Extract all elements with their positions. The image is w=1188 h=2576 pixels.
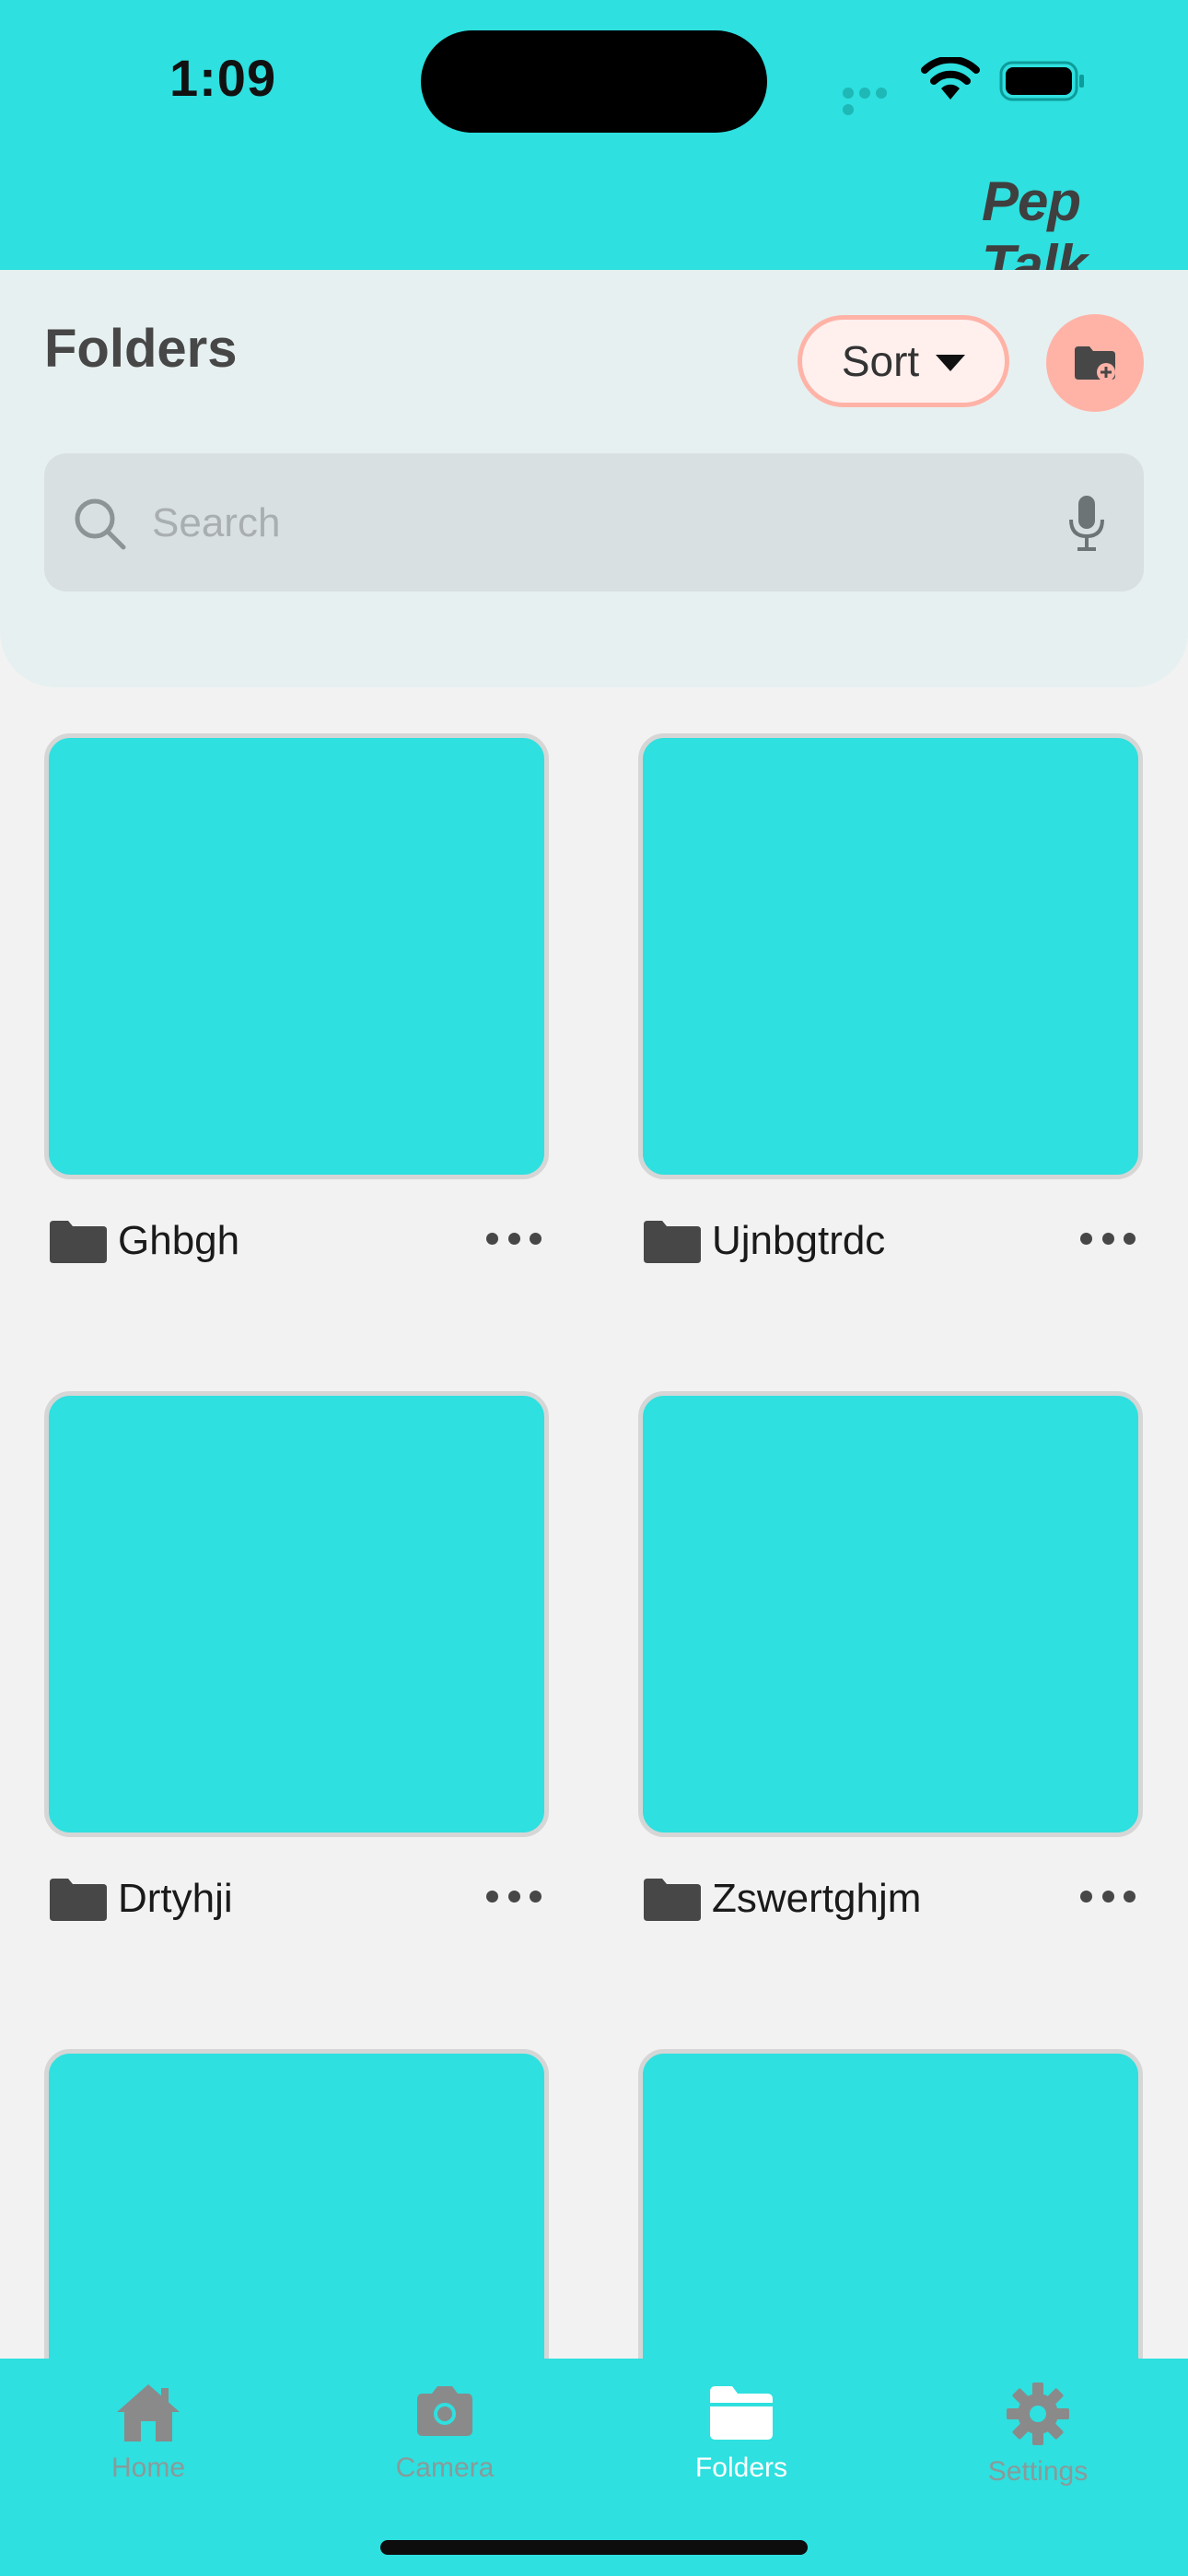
folder-icon <box>710 2386 773 2440</box>
tab-home[interactable]: Home <box>0 2359 297 2497</box>
tab-label: Settings <box>987 2456 1089 2487</box>
home-indicator[interactable] <box>380 2540 808 2555</box>
cellular-signal-icon <box>843 87 905 115</box>
folder-thumbnail[interactable] <box>638 1391 1143 1837</box>
folder-name: Zswertghjm <box>712 1876 922 1921</box>
more-options-icon[interactable] <box>486 1233 542 1247</box>
search-icon <box>75 498 126 550</box>
more-options-icon[interactable] <box>486 1891 542 1905</box>
more-options-icon[interactable] <box>1080 1233 1136 1247</box>
folder-plus-icon <box>1075 346 1115 381</box>
tab-settings[interactable]: Settings <box>890 2359 1186 2497</box>
folder-icon <box>644 1879 701 1921</box>
folder-item[interactable]: Ghbgh <box>44 1209 542 1273</box>
folder-icon <box>644 1221 701 1263</box>
folder-thumbnail[interactable] <box>638 733 1143 1179</box>
tab-label: Home <box>111 2453 186 2483</box>
page-title: Folders <box>44 319 238 379</box>
home-icon <box>117 2384 180 2441</box>
sort-button[interactable]: Sort <box>798 315 1009 407</box>
folder-item[interactable]: Ujnbgtrdc <box>638 1209 1136 1273</box>
microphone-icon[interactable] <box>1066 494 1107 553</box>
battery-icon <box>999 61 1084 101</box>
tab-camera[interactable]: Camera <box>297 2359 593 2497</box>
status-time: 1:09 <box>169 49 277 107</box>
search-input[interactable] <box>150 490 983 556</box>
gear-icon <box>1007 2383 1069 2445</box>
tab-label: Camera <box>395 2453 495 2483</box>
caret-down-icon <box>936 355 966 371</box>
more-options-icon[interactable] <box>1080 1891 1136 1905</box>
wifi-icon <box>921 57 980 100</box>
search-bar[interactable] <box>44 453 1144 591</box>
tab-folders[interactable]: Folders <box>593 2359 890 2497</box>
tab-label: Folders <box>694 2453 788 2483</box>
folder-name: Drtyhji <box>118 1876 233 1921</box>
folder-icon <box>50 1879 107 1921</box>
folder-icon <box>50 1221 107 1263</box>
folder-name: Ghbgh <box>118 1218 240 1263</box>
folder-item[interactable]: Drtyhji <box>44 1867 542 1931</box>
add-folder-button[interactable] <box>1046 314 1144 412</box>
camera-icon <box>417 2386 472 2436</box>
folder-item[interactable]: Zswertghjm <box>638 1867 1136 1931</box>
folder-name: Ujnbgtrdc <box>712 1218 886 1263</box>
folder-thumbnail[interactable] <box>44 733 549 1179</box>
dynamic-island <box>421 30 767 133</box>
folder-thumbnail[interactable] <box>44 1391 549 1837</box>
sort-label: Sort <box>841 337 920 385</box>
